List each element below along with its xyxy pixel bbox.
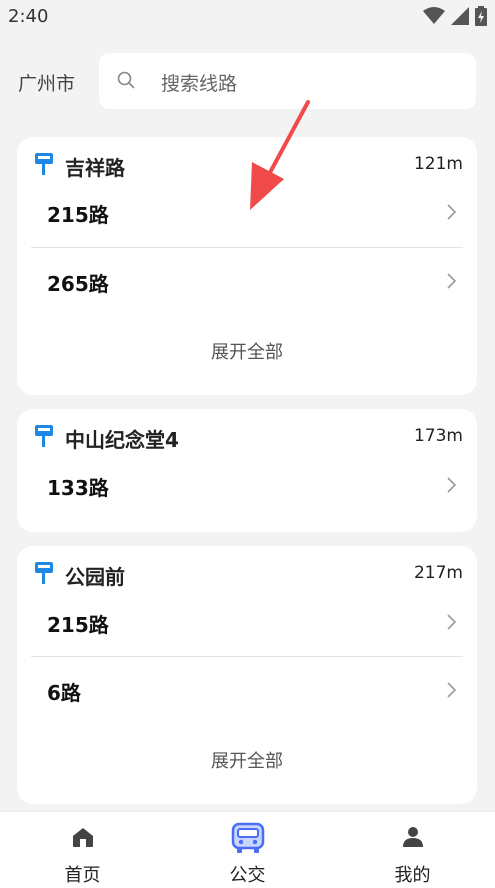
bus-icon — [231, 822, 264, 853]
chevron-right-icon — [447, 614, 457, 630]
route-row[interactable]: 215路 — [17, 593, 477, 653]
expand-all-button[interactable]: 展开全部 — [17, 338, 477, 364]
chevron-right-icon — [447, 682, 457, 698]
bottom-tab-bar: 首页 公交 我的 — [0, 811, 495, 888]
tab-mine[interactable]: 我的 — [330, 812, 495, 888]
stop-distance: 173m — [413, 426, 463, 446]
stop-name: 中山纪念堂4 — [65, 428, 179, 452]
annotation-arrow-icon — [250, 100, 310, 210]
expand-all-button[interactable]: 展开全部 — [17, 747, 477, 773]
route-name: 133路 — [47, 476, 109, 500]
stop-distance: 217m — [413, 563, 463, 583]
bus-stop-icon — [35, 425, 53, 447]
route-name: 6路 — [47, 681, 81, 705]
chevron-right-icon — [447, 204, 457, 220]
status-icons — [423, 6, 487, 26]
chevron-right-icon — [447, 477, 457, 493]
search-icon — [117, 71, 135, 89]
route-row[interactable]: 133路 — [17, 456, 477, 516]
battery-icon — [475, 6, 487, 26]
person-icon — [402, 827, 423, 847]
stop-card: 公园前 217m 215路 6路 展开全部 — [17, 546, 477, 804]
home-icon — [72, 828, 93, 847]
search-placeholder: 搜索线路 — [161, 73, 238, 95]
status-time: 2:40 — [8, 5, 49, 27]
chevron-right-icon — [447, 273, 457, 289]
status-bar: 2:40 — [0, 0, 495, 32]
route-name: 265路 — [47, 272, 109, 296]
city-selector[interactable]: 广州市 — [18, 69, 75, 96]
tab-bus[interactable]: 公交 — [165, 812, 330, 888]
stop-name: 吉祥路 — [65, 156, 125, 180]
divider — [31, 656, 463, 657]
bus-stop-icon — [35, 153, 53, 175]
stop-distance: 121m — [413, 154, 463, 174]
divider — [31, 247, 463, 248]
route-row[interactable]: 6路 — [17, 661, 477, 721]
tab-label: 我的 — [394, 865, 431, 886]
route-name: 215路 — [47, 613, 109, 637]
bus-stop-icon — [35, 562, 53, 584]
stop-card: 中山纪念堂4 173m 133路 — [17, 409, 477, 532]
route-row[interactable]: 215路 — [17, 183, 477, 243]
route-row[interactable]: 265路 — [17, 252, 477, 312]
tab-home[interactable]: 首页 — [0, 812, 165, 888]
signal-icon — [451, 7, 469, 25]
wifi-icon — [423, 7, 445, 24]
stop-card: 吉祥路 121m 215路 265路 展开全部 — [17, 137, 477, 395]
route-name: 215路 — [47, 203, 109, 227]
stop-name: 公园前 — [65, 565, 125, 589]
tab-label: 公交 — [229, 865, 266, 886]
tab-label: 首页 — [64, 865, 101, 886]
